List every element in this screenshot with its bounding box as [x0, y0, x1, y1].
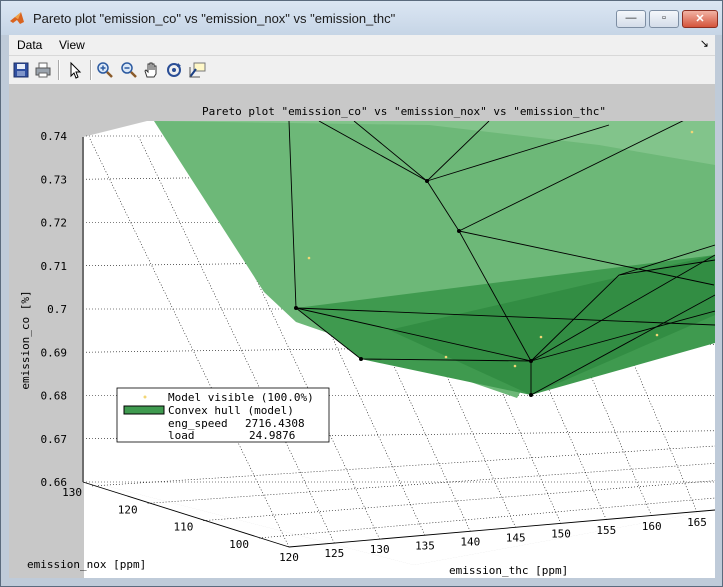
legend-info-value: 24.9876	[249, 429, 295, 442]
menu-data[interactable]: Data	[17, 38, 42, 52]
x-tick-label: 155	[596, 524, 616, 537]
maximize-button[interactable]: ▫	[649, 10, 679, 28]
menubar-dock-arrow-icon[interactable]: ↘	[700, 37, 709, 50]
y-tick-label: 100	[229, 538, 249, 551]
zoom-out-icon[interactable]	[119, 60, 139, 80]
close-button[interactable]: ✕	[682, 10, 718, 28]
plot-title: Pareto plot "emission_co" vs "emission_n…	[202, 105, 606, 118]
close-icon: ✕	[695, 13, 705, 25]
legend[interactable]: Model visible (100.0%) Convex hull (mode…	[116, 387, 330, 443]
y-axis-label: emission_nox [ppm]	[27, 558, 146, 571]
title-bar[interactable]: Pareto plot "emission_co" vs "emission_n…	[1, 1, 722, 35]
matlab-logo-icon	[10, 12, 24, 24]
x-tick-label: 145	[506, 532, 526, 545]
pan-hand-icon[interactable]	[141, 60, 161, 80]
minimize-button[interactable]: —	[616, 10, 646, 28]
x-tick-label: 135	[415, 539, 435, 552]
y-tick-label: 120	[118, 503, 138, 516]
z-tick-label: 0.67	[41, 433, 68, 446]
z-axis-label: emission_co [%]	[19, 290, 32, 389]
toolbar	[9, 56, 715, 85]
x-tick-label: 125	[324, 547, 344, 560]
x-tick-label: 120	[279, 551, 299, 564]
window-title: Pareto plot "emission_co" vs "emission_n…	[33, 11, 396, 26]
z-tick-label: 0.68	[41, 390, 68, 403]
minimize-icon: —	[625, 12, 637, 24]
menu-bar: Data View ↘	[9, 35, 715, 56]
legend-info-name: load	[168, 429, 195, 442]
x-tick-label: 150	[551, 528, 571, 541]
zoom-in-icon[interactable]	[95, 60, 115, 80]
maximize-icon: ▫	[662, 12, 666, 24]
toolbar-separator	[90, 60, 92, 80]
y-tick-label: 110	[173, 521, 193, 534]
z-tick-label: 0.72	[41, 217, 68, 230]
pareto-3d-axes[interactable]: Pareto plot "emission_co" vs "emission_n…	[9, 85, 716, 578]
z-tick-label: 0.7	[47, 303, 67, 316]
z-tick-label: 0.69	[41, 346, 68, 359]
z-tick-labels: 0.660.670.680.690.70.710.720.730.74	[41, 130, 68, 489]
x-tick-label: 165	[687, 516, 707, 529]
z-tick-label: 0.73	[41, 173, 68, 186]
y-tick-label: 130	[62, 486, 82, 499]
data-cursor-icon[interactable]	[187, 60, 207, 80]
save-icon[interactable]	[11, 60, 31, 80]
x-tick-label: 130	[370, 543, 390, 556]
legend-swatch-hull	[123, 405, 165, 415]
legend-marker-model	[143, 395, 147, 399]
z-tick-label: 0.74	[41, 130, 68, 143]
legend-label-model: Model visible (100.0%)	[168, 391, 314, 404]
x-axis-label: emission_thc [ppm]	[449, 564, 568, 577]
toolbar-separator	[58, 60, 60, 80]
pointer-icon[interactable]	[65, 60, 85, 80]
menu-view[interactable]: View	[59, 38, 85, 52]
legend-label-hull: Convex hull (model)	[168, 404, 294, 417]
print-icon[interactable]	[33, 60, 53, 80]
z-tick-label: 0.71	[41, 260, 68, 273]
rotate-3d-icon[interactable]	[164, 60, 184, 80]
figure-canvas: Pareto plot "emission_co" vs "emission_n…	[9, 85, 716, 578]
x-tick-label: 140	[460, 535, 480, 548]
x-tick-label: 160	[642, 520, 662, 533]
matlab-figure-window: Pareto plot "emission_co" vs "emission_n…	[0, 0, 723, 587]
